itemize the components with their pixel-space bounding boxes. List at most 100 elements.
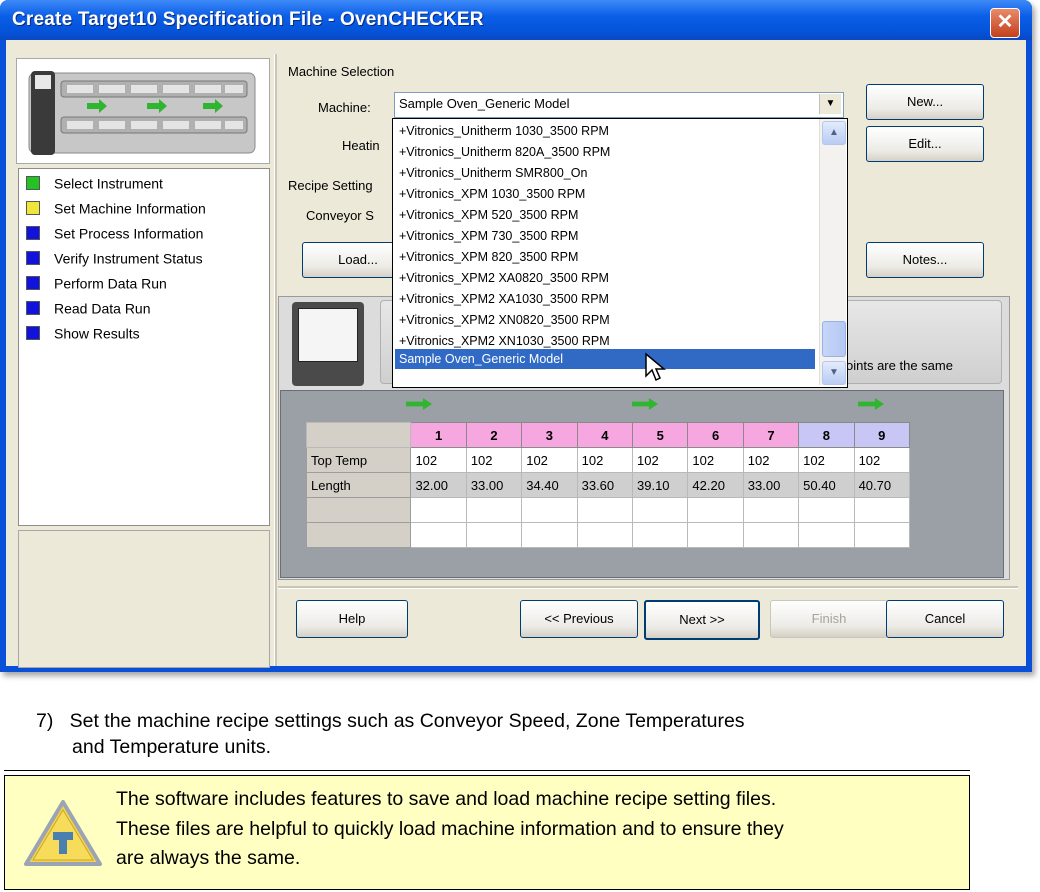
new-machine-button[interactable]: New... (866, 84, 984, 120)
step-perform-data-run: Perform Data Run (26, 274, 167, 294)
zone-header-3[interactable]: 3 (521, 422, 578, 448)
table-cell[interactable] (687, 497, 744, 523)
table-cell[interactable]: 102 (853, 447, 911, 473)
wizard-steps-panel (18, 168, 270, 526)
computer-monitor-icon (292, 302, 364, 386)
step-select-instrument: Select Instrument (26, 174, 163, 194)
table-cell[interactable]: 102 (410, 447, 467, 473)
list-item[interactable]: +Vitronics_XPM2 XA1030_3500 RPM (395, 289, 815, 309)
table-cell[interactable]: 102 (687, 447, 744, 473)
list-item-selected[interactable]: Sample Oven_Generic Model (395, 349, 815, 369)
oven-note-text: oints are the same (846, 358, 953, 373)
zone-header-6[interactable]: 6 (687, 422, 744, 448)
table-cell[interactable]: 33.00 (465, 472, 523, 498)
zone-header-9[interactable]: 9 (853, 422, 911, 448)
table-cell[interactable]: 32.00 (410, 472, 467, 498)
mouse-cursor-icon (645, 352, 667, 382)
step-status-icon (26, 226, 40, 241)
table-cell[interactable]: 39.10 (631, 472, 689, 498)
table-cell[interactable]: 102 (465, 447, 523, 473)
finish-button[interactable]: Finish (770, 600, 888, 638)
table-cell[interactable]: 33.00 (742, 472, 800, 498)
table-cell[interactable] (853, 522, 911, 548)
chevron-down-icon[interactable]: ▼ (819, 94, 841, 114)
list-item[interactable]: +Vitronics_Unitherm 820A_3500 RPM (395, 142, 815, 162)
machine-select-value: Sample Oven_Generic Model (399, 96, 570, 111)
table-row-empty (305, 497, 911, 523)
zone-header-1[interactable]: 1 (410, 422, 467, 448)
step-number: 7) (36, 710, 54, 732)
list-item[interactable]: +Vitronics_Unitherm SMR800_On (395, 163, 815, 183)
table-cell[interactable] (465, 522, 523, 548)
table-cell[interactable] (410, 497, 467, 523)
list-item[interactable]: +Vitronics_XPM 520_3500 RPM (395, 205, 815, 225)
scroll-up-icon[interactable]: ▲ (822, 121, 846, 145)
table-cell[interactable] (631, 497, 689, 523)
zone-header-8[interactable]: 8 (798, 422, 855, 448)
heating-field-label: Heatin (342, 138, 380, 153)
machine-selection-label: Machine Selection (288, 64, 395, 79)
table-cell[interactable] (465, 497, 523, 523)
table-cell[interactable]: 102 (798, 447, 855, 473)
list-item[interactable]: +Vitronics_XPM 730_3500 RPM (395, 226, 815, 246)
table-cell[interactable]: 102 (631, 447, 689, 473)
notes-button[interactable]: Notes... (866, 242, 984, 278)
zone-header-7[interactable]: 7 (742, 422, 800, 448)
table-cell[interactable]: 34.40 (521, 472, 578, 498)
zone-header-row: 1 2 3 4 5 6 7 8 9 (305, 422, 911, 448)
machine-dropdown-list[interactable]: +Vitronics_Unitherm 1030_3500 RPM +Vitro… (392, 118, 848, 388)
table-cell[interactable] (687, 522, 744, 548)
table-cell[interactable]: 40.70 (853, 472, 911, 498)
close-button[interactable]: ✕ (990, 8, 1020, 38)
step-status-icon (26, 176, 40, 191)
step-status-icon (26, 251, 40, 266)
note-top-rule (4, 770, 970, 771)
scrollbar-thumb[interactable] (822, 321, 846, 357)
list-item[interactable]: +Vitronics_Unitherm 1030_3500 RPM (395, 121, 815, 141)
list-item[interactable]: +Vitronics_XPM2 XN0820_3500 RPM (395, 310, 815, 330)
table-row-length: Length 32.00 33.00 34.40 33.60 39.10 42.… (305, 472, 911, 498)
step-status-icon (26, 201, 40, 216)
list-item[interactable]: +Vitronics_XPM 820_3500 RPM (395, 247, 815, 267)
table-cell[interactable] (853, 497, 911, 523)
dropdown-scrollbar[interactable]: ▲ ▼ (819, 119, 846, 385)
table-cell[interactable] (410, 522, 467, 548)
conveyor-speed-label: Conveyor S (306, 208, 374, 223)
next-button[interactable]: Next >> (644, 600, 760, 640)
table-cell[interactable] (742, 497, 800, 523)
table-cell[interactable]: 42.20 (687, 472, 744, 498)
table-row-empty (305, 522, 911, 548)
title-bar[interactable]: Create Target10 Specification File - Ove… (0, 0, 1032, 40)
table-cell[interactable]: 33.60 (576, 472, 634, 498)
previous-button[interactable]: << Previous (520, 600, 638, 638)
table-cell[interactable] (576, 497, 634, 523)
zone-header-4[interactable]: 4 (576, 422, 634, 448)
table-cell[interactable] (742, 522, 800, 548)
note-line-3: are always the same. (116, 847, 301, 869)
footer-separator (278, 586, 1018, 589)
help-button[interactable]: Help (296, 600, 408, 638)
table-cell[interactable] (798, 497, 855, 523)
table-cell[interactable] (631, 522, 689, 548)
table-cell[interactable]: 102 (742, 447, 800, 473)
table-cell[interactable] (798, 522, 855, 548)
table-cell[interactable]: 50.40 (798, 472, 855, 498)
step-status-icon (26, 301, 40, 316)
table-cell[interactable] (521, 522, 578, 548)
scroll-down-icon[interactable]: ▼ (822, 361, 846, 385)
zone-header-5[interactable]: 5 (631, 422, 689, 448)
step-instruction: 7) Set the machine recipe settings such … (36, 710, 745, 733)
cancel-button[interactable]: Cancel (886, 600, 1004, 638)
machine-select[interactable]: Sample Oven_Generic Model ▼ (394, 92, 844, 118)
zone-header-2[interactable]: 2 (465, 422, 523, 448)
edit-machine-button[interactable]: Edit... (866, 126, 984, 162)
list-item[interactable]: +Vitronics_XPM 1030_3500 RPM (395, 184, 815, 204)
table-cell[interactable]: 102 (576, 447, 634, 473)
table-corner-cell (305, 422, 412, 448)
list-item[interactable]: +Vitronics_XPM2 XN1030_3500 RPM (395, 331, 815, 351)
table-cell[interactable] (576, 522, 634, 548)
table-cell[interactable]: 102 (521, 447, 578, 473)
step-text-line2: and Temperature units. (72, 736, 272, 758)
table-cell[interactable] (521, 497, 578, 523)
list-item[interactable]: +Vitronics_XPM2 XA0820_3500 RPM (395, 268, 815, 288)
